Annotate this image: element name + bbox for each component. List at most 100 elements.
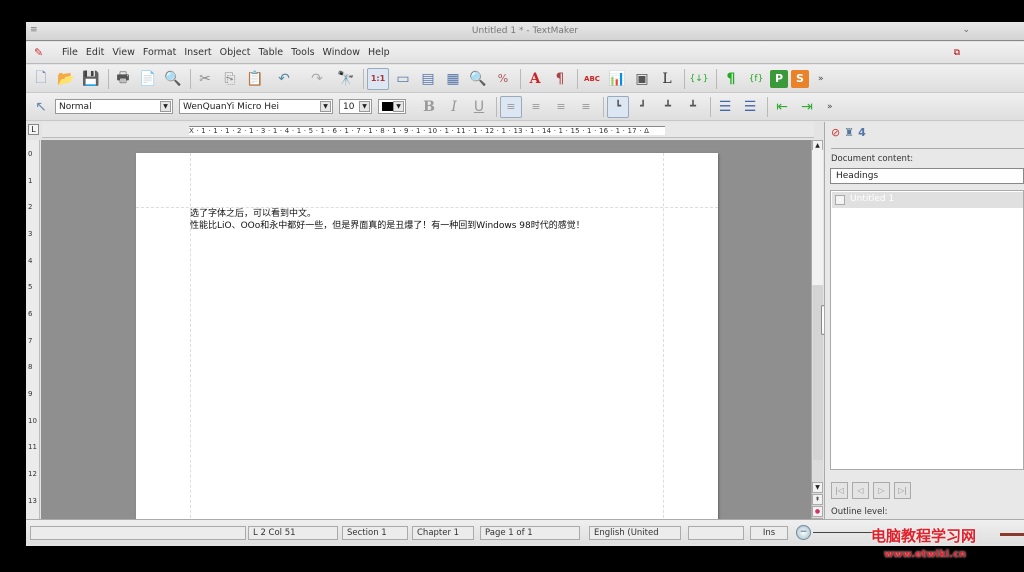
document-content-list[interactable]: Untitled 1 xyxy=(830,190,1024,470)
menu-window[interactable]: Window xyxy=(319,47,364,58)
menu-view[interactable]: View xyxy=(108,47,139,58)
paragraph[interactable]: 选了字体之后，可以看到中文。 xyxy=(190,208,585,220)
text-color-select[interactable]: ▼ xyxy=(378,99,406,114)
document-text[interactable]: 选了字体之后，可以看到中文。 性能比LiO、OOo和永中都好一些，但是界面真的是… xyxy=(190,208,585,232)
tab-selector[interactable]: L xyxy=(28,124,39,135)
paragraph-format-icon[interactable]: ¶ xyxy=(549,68,571,90)
menu-edit[interactable]: Edit xyxy=(82,47,108,58)
scroll-track[interactable] xyxy=(812,150,823,285)
language-indicator[interactable]: English (United xyxy=(589,526,681,540)
toolbar-overflow-button[interactable]: » xyxy=(827,102,833,112)
print-preview-icon[interactable]: 🔍 xyxy=(162,68,184,90)
styles-icon[interactable]: ♜ xyxy=(844,126,854,139)
zoom-out-button[interactable]: − xyxy=(796,525,811,540)
align-right-icon[interactable]: ≡ xyxy=(550,96,572,118)
navigator-icon[interactable]: ⊘ xyxy=(831,126,840,139)
save-icon[interactable]: 💾 xyxy=(80,68,102,90)
chart-icon[interactable]: 📊 xyxy=(606,68,628,90)
ruler-scale: X · 1 · 1 · 1 · 2 · 1 · 3 · 1 · 4 · 1 · … xyxy=(189,126,665,135)
document-area[interactable]: 选了字体之后，可以看到中文。 性能比LiO、OOo和永中都好一些，但是界面真的是… xyxy=(41,140,811,532)
vertical-scrollbar[interactable]: ▲ ▼ ⇞ ● ⇟ xyxy=(811,140,825,532)
chevron-down-icon[interactable]: ▼ xyxy=(359,101,370,112)
paste-icon[interactable]: 📋 xyxy=(244,68,266,90)
zoom-slider[interactable] xyxy=(813,532,873,533)
tab-right-icon[interactable]: ┛ xyxy=(632,96,654,118)
paragraph[interactable]: 性能比LiO、OOo和永中都好一些，但是界面真的是丑爆了！有一种回到Window… xyxy=(190,220,585,232)
previous-button[interactable]: ◁ xyxy=(852,482,869,499)
view-normal-icon[interactable]: 1:1 xyxy=(367,67,389,90)
list-item[interactable]: Untitled 1 xyxy=(832,192,1023,208)
zoom-icon[interactable]: 🔍 xyxy=(467,68,489,90)
new-document-icon[interactable]: 🗋 xyxy=(30,68,52,90)
underline-icon[interactable]: U xyxy=(468,96,490,118)
separator xyxy=(363,68,364,89)
menu-tools[interactable]: Tools xyxy=(287,47,318,58)
menu-help[interactable]: Help xyxy=(364,47,394,58)
checkbox[interactable] xyxy=(835,195,845,205)
numbering-icon[interactable]: ☰ xyxy=(739,96,761,118)
last-button[interactable]: ▷| xyxy=(894,482,911,499)
chevron-down-icon[interactable]: ⌄ xyxy=(962,25,970,35)
redo-icon[interactable]: ↷ xyxy=(302,68,332,90)
chevron-down-icon[interactable]: ▼ xyxy=(160,101,171,112)
align-left-icon[interactable]: ≡ xyxy=(500,95,522,118)
view-master-icon[interactable]: ▦ xyxy=(442,68,464,90)
scroll-down-button[interactable]: ▼ xyxy=(812,482,823,493)
increase-indent-icon[interactable]: ⇥ xyxy=(796,96,818,118)
chevron-down-icon[interactable]: ▼ xyxy=(393,101,404,112)
bullets-icon[interactable]: ☰ xyxy=(714,96,736,118)
character-format-icon[interactable]: A xyxy=(524,68,546,90)
spellcheck-icon[interactable]: ABC xyxy=(581,68,603,90)
tab-decimal-icon[interactable]: ┻ xyxy=(682,96,704,118)
copy-icon[interactable]: ⎘ xyxy=(219,68,241,90)
view-page-icon[interactable]: ▭ xyxy=(392,68,414,90)
separator xyxy=(767,96,768,117)
italic-icon[interactable]: I xyxy=(443,96,465,118)
insert-mode-indicator[interactable]: Ins xyxy=(750,526,788,540)
font-select[interactable]: WenQuanYi Micro Hei ▼ xyxy=(179,99,333,114)
style-select[interactable]: Normal ▼ xyxy=(55,99,173,114)
align-center-icon[interactable]: ≡ xyxy=(525,96,547,118)
view-outline-icon[interactable]: ▤ xyxy=(417,68,439,90)
pointer-icon[interactable]: ↖ xyxy=(30,96,52,118)
planmaker-icon[interactable]: S xyxy=(791,69,809,88)
menu-table[interactable]: Table xyxy=(255,47,288,58)
ruler-number: 8 xyxy=(28,363,33,371)
bold-icon[interactable]: B xyxy=(418,96,440,118)
decrease-indent-icon[interactable]: ⇤ xyxy=(771,96,793,118)
find-icon[interactable]: 🔭 xyxy=(335,68,357,90)
first-button[interactable]: |◁ xyxy=(831,482,848,499)
tab-center-icon[interactable]: ┻ xyxy=(657,96,679,118)
insert-field-icon[interactable]: {↓} xyxy=(688,68,710,90)
document-page[interactable]: 选了字体之后，可以看到中文。 性能比LiO、OOo和永中都好一些，但是界面真的是… xyxy=(136,153,718,532)
export-pdf-icon[interactable]: 📄 xyxy=(137,68,159,90)
numbering-panel-icon[interactable]: 4 xyxy=(858,126,866,139)
tab-left-icon[interactable]: ┗ xyxy=(607,95,629,118)
app-icon[interactable]: ✎ xyxy=(34,46,48,60)
justify-icon[interactable]: ≡ xyxy=(575,96,597,118)
formatting-marks-icon[interactable]: ¶ xyxy=(720,68,742,90)
menu-insert[interactable]: Insert xyxy=(180,47,215,58)
menu-object[interactable]: Object xyxy=(216,47,255,58)
menu-format[interactable]: Format xyxy=(139,47,180,58)
toolbar-overflow-button[interactable]: » xyxy=(818,74,824,84)
zoom-percent-icon[interactable]: % xyxy=(492,68,514,90)
horizontal-ruler[interactable]: L X · 1 · 1 · 1 · 2 · 1 · 3 · 1 · 4 · 1 … xyxy=(28,122,814,138)
insert-frame-icon[interactable]: L xyxy=(656,68,678,90)
font-size-select[interactable]: 10 ▼ xyxy=(339,99,372,114)
previous-page-button[interactable]: ⇞ xyxy=(812,494,823,505)
print-icon[interactable]: 🖶 xyxy=(112,68,134,90)
browse-object-button[interactable]: ● xyxy=(812,506,823,517)
chevron-down-icon[interactable]: ▼ xyxy=(320,101,331,112)
vertical-ruler[interactable]: 0 1 2 3 4 5 6 7 8 9 10 11 12 13 xyxy=(26,140,40,532)
open-folder-icon[interactable]: 📂 xyxy=(55,68,77,90)
cut-icon[interactable]: ✂ xyxy=(194,68,216,90)
restore-document-icon[interactable]: ⧉ xyxy=(954,48,960,58)
document-content-select[interactable]: Headings xyxy=(830,168,1024,184)
next-button[interactable]: ▷ xyxy=(873,482,890,499)
insert-object-icon[interactable]: ▣ xyxy=(631,68,653,90)
undo-icon[interactable]: ↶ xyxy=(269,68,299,90)
presentations-icon[interactable]: P xyxy=(770,69,788,88)
field-codes-icon[interactable]: {f} xyxy=(745,68,767,90)
menu-file[interactable]: File xyxy=(58,47,82,58)
